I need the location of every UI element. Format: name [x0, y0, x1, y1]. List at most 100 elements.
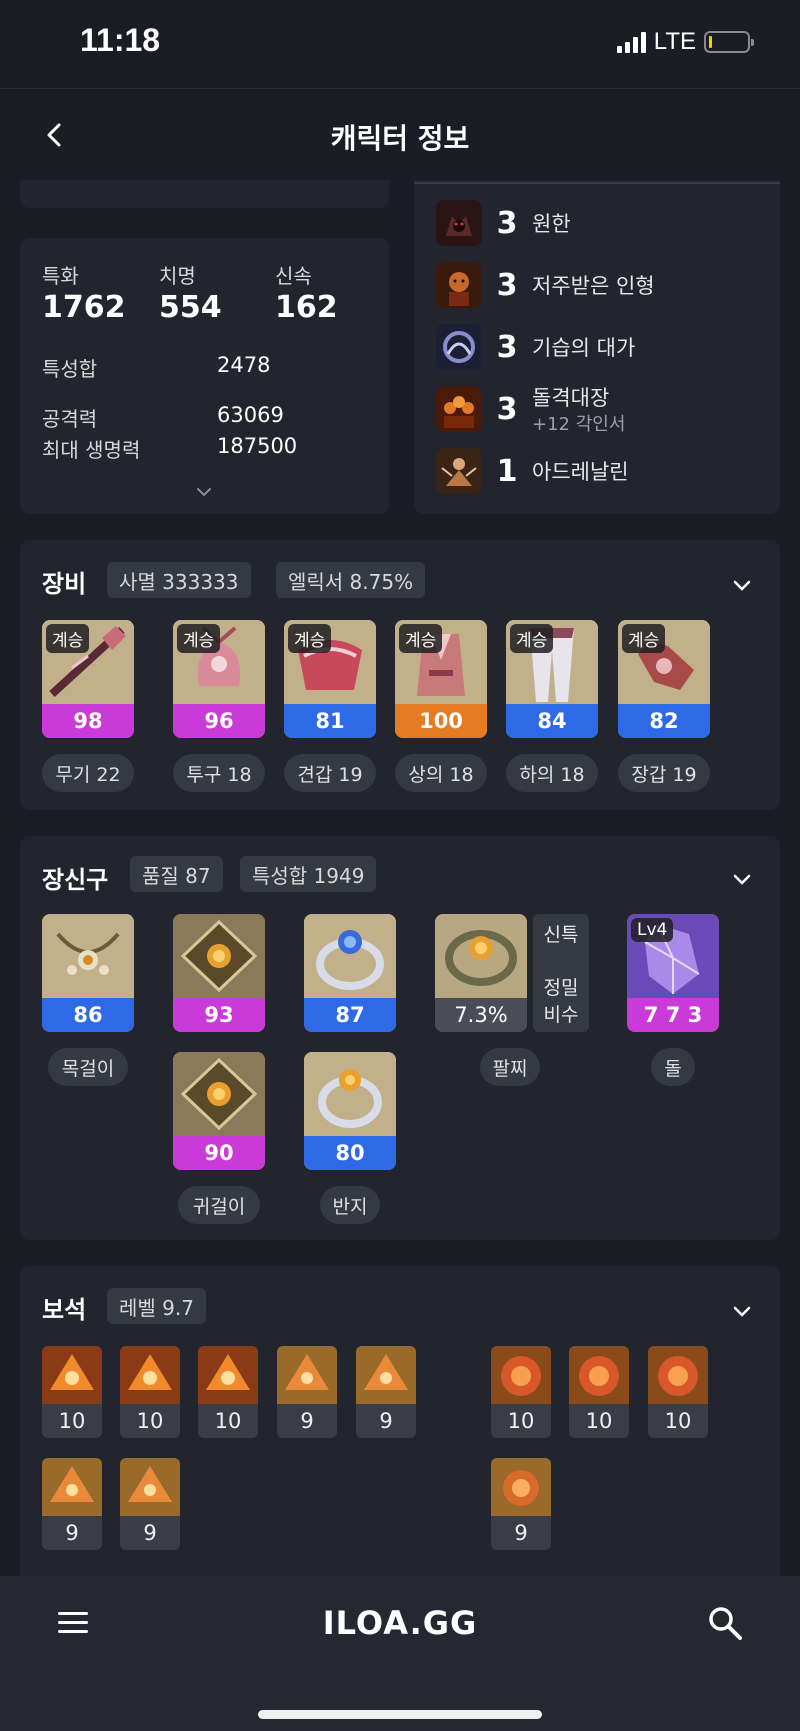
- bottom-bar: ILOA.GG: [0, 1576, 800, 1731]
- vanguard-icon: [436, 386, 482, 432]
- gem-level: 10: [507, 1409, 535, 1433]
- cooldown-gem-icon: [491, 1346, 551, 1404]
- cooldown-gem-icon: [569, 1346, 629, 1404]
- engraving-name: 저주받은 인형: [532, 274, 655, 298]
- equipment-card: 장비 사멸 333333 엘릭서 8.75% 계승 98 무기 22 계승 96…: [20, 540, 780, 810]
- stat-label-specialization: 특화: [42, 264, 79, 288]
- attack-gem[interactable]: 9: [42, 1458, 102, 1550]
- stat-label-swiftness: 신속: [275, 264, 312, 288]
- earring-slot[interactable]: 93: [173, 914, 265, 1032]
- collapse-chevron-icon[interactable]: [730, 574, 754, 598]
- weapon-slot[interactable]: 계승 98: [42, 620, 134, 738]
- pants-slot[interactable]: 계승 84: [506, 620, 598, 738]
- helmet-label: 투구 18: [173, 754, 265, 792]
- collapse-chevron-icon[interactable]: [730, 868, 754, 892]
- cooldown-gem[interactable]: 10: [648, 1346, 708, 1438]
- gem-level: 10: [58, 1409, 86, 1433]
- succession-badge: 계승: [510, 624, 554, 653]
- chest-slot[interactable]: 계승 100: [395, 620, 487, 738]
- accessories-card: 장신구 품질 87 특성합 1949 86 목걸이 93 87 7.3% 신특 …: [20, 836, 780, 1240]
- engraving-level: 3: [496, 267, 518, 303]
- cooldown-gem[interactable]: 10: [569, 1346, 629, 1438]
- ring-label: 반지: [320, 1186, 380, 1224]
- accessory-stat-chip: 특성합 1949: [240, 856, 377, 892]
- engraving-level: 3: [496, 205, 518, 241]
- attack-gem[interactable]: 9: [356, 1346, 416, 1438]
- cooldown-gem-icon: [648, 1346, 708, 1404]
- bracelet-icon: [435, 914, 527, 998]
- accessories-title: 장신구: [42, 866, 109, 894]
- home-indicator[interactable]: [258, 1710, 542, 1719]
- attack-value: 63069: [217, 403, 284, 427]
- gems-title: 보석: [42, 1296, 87, 1324]
- engraving-row[interactable]: 3 기습의 대가: [436, 322, 635, 372]
- succession-badge: 계승: [177, 624, 221, 653]
- accessory-quality-chip: 품질 87: [130, 856, 223, 892]
- quality-bar: 98: [42, 704, 134, 738]
- engraving-level: 3: [496, 391, 518, 427]
- gem-level: 9: [514, 1521, 528, 1545]
- engraving-level: 1: [496, 453, 518, 489]
- stat-label-crit: 치명: [159, 264, 196, 288]
- bracelet-stats: 신특 정밀 비수: [533, 914, 589, 1032]
- earring-label: 귀걸이: [178, 1186, 260, 1224]
- gem-level: 9: [300, 1409, 314, 1433]
- app-logo[interactable]: ILOA.GG: [0, 1604, 800, 1642]
- earring-slot[interactable]: 90: [173, 1052, 265, 1170]
- gem-level: 9: [65, 1521, 79, 1545]
- combat-stats-card: 특화 치명 신속 1762 554 162 특성합 2478 공격력 63069…: [20, 238, 389, 514]
- engraving-row[interactable]: 3 원한: [436, 198, 571, 248]
- engravings-card: 3 원한 3 저주받은 인형 3 기습의 대가 3 돌격대장 +12 각인서 1…: [414, 150, 780, 514]
- ring-slot[interactable]: 80: [304, 1052, 396, 1170]
- cooldown-gem[interactable]: 9: [491, 1458, 551, 1550]
- bracelet-stat: 신특: [543, 924, 579, 946]
- ring-slot[interactable]: 87: [304, 914, 396, 1032]
- gem-level: 10: [214, 1409, 242, 1433]
- nav-bar: 캐릭터 정보: [0, 88, 800, 180]
- attack-gem[interactable]: 10: [120, 1346, 180, 1438]
- quality-bar: 93: [173, 998, 265, 1032]
- quality-bar: 90: [173, 1136, 265, 1170]
- pants-label: 하의 18: [506, 754, 598, 792]
- quality-bar: 87: [304, 998, 396, 1032]
- attack-gem[interactable]: 10: [198, 1346, 258, 1438]
- weapon-label: 무기 22: [42, 754, 134, 792]
- quality-bar: 82: [618, 704, 710, 738]
- cooldown-gem[interactable]: 10: [491, 1346, 551, 1438]
- earring-icon: [173, 914, 265, 998]
- gem-level-chip: 레벨 9.7: [107, 1288, 206, 1324]
- chest-label: 상의 18: [395, 754, 487, 792]
- attack-gem[interactable]: 9: [277, 1346, 337, 1438]
- search-icon[interactable]: [706, 1604, 744, 1642]
- stone-slot[interactable]: Lv4 7 7 3: [627, 914, 719, 1032]
- quality-bar: 81: [284, 704, 376, 738]
- engraving-name: 아드레날린: [532, 460, 629, 484]
- engraving-row[interactable]: 3 저주받은 인형: [436, 260, 655, 310]
- helmet-slot[interactable]: 계승 96: [173, 620, 265, 738]
- gloves-slot[interactable]: 계승 82: [618, 620, 710, 738]
- equipment-set-chip: 사멸 333333: [107, 562, 251, 598]
- hp-value: 187500: [217, 434, 298, 458]
- succession-badge: 계승: [288, 624, 332, 653]
- gem-level: 9: [379, 1409, 393, 1433]
- status-time: 11:18: [80, 22, 161, 58]
- stone-value: 7 7 3: [627, 998, 719, 1032]
- attack-gem[interactable]: 10: [42, 1346, 102, 1438]
- gem-level: 10: [136, 1409, 164, 1433]
- engraving-row[interactable]: 1 아드레날린: [436, 446, 629, 496]
- engraving-row[interactable]: 3 돌격대장 +12 각인서: [436, 384, 626, 435]
- equipment-title: 장비: [42, 570, 87, 598]
- attack-gem[interactable]: 9: [120, 1458, 180, 1550]
- network-label: LTE: [653, 28, 696, 55]
- bracelet-value: 7.3%: [435, 998, 527, 1032]
- engraving-book-count: +12 각인서: [532, 414, 626, 435]
- ring-icon: [304, 914, 396, 998]
- shoulder-slot[interactable]: 계승 81: [284, 620, 376, 738]
- stone-level-badge: Lv4: [631, 918, 674, 942]
- stone-label: 돌: [651, 1048, 695, 1086]
- bracelet-slot[interactable]: 7.3%: [435, 914, 527, 1032]
- necklace-slot[interactable]: 86: [42, 914, 134, 1032]
- collapse-chevron-icon[interactable]: [730, 1300, 754, 1324]
- expand-chevron-icon[interactable]: [195, 486, 213, 498]
- hp-label: 최대 생명력: [42, 438, 141, 462]
